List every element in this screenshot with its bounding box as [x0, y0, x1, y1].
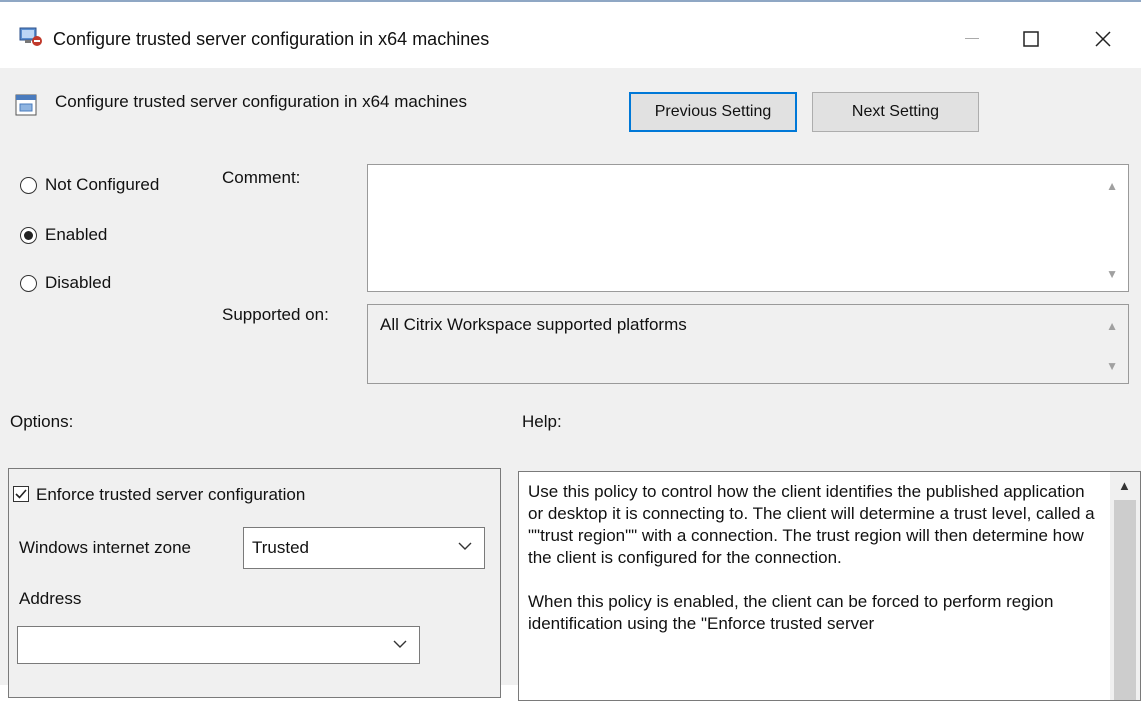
next-setting-button[interactable]: Next Setting — [812, 92, 979, 132]
radio-circle — [20, 176, 37, 194]
enforce-checkbox[interactable] — [13, 486, 29, 502]
help-text: Use this policy to control how the clien… — [528, 481, 1098, 657]
address-combobox[interactable] — [17, 626, 420, 664]
comment-label: Comment: — [222, 168, 301, 187]
zone-select[interactable]: Trusted — [243, 527, 485, 569]
scrollbar-thumb[interactable] — [1114, 500, 1136, 700]
setting-icon — [14, 93, 38, 117]
radio-circle — [20, 274, 37, 292]
comment-textarea[interactable]: ▲ ▼ — [367, 164, 1129, 292]
radio-disabled[interactable]: Disabled — [20, 273, 111, 293]
maximize-button[interactable] — [1003, 18, 1059, 60]
help-heading: Help: — [522, 412, 562, 431]
help-paragraph: Use this policy to control how the clien… — [528, 482, 1095, 567]
help-panel: Use this policy to control how the clien… — [518, 471, 1141, 701]
chevron-down-icon — [393, 640, 407, 648]
close-icon — [1095, 31, 1111, 47]
maximize-icon — [1023, 31, 1039, 47]
zone-label: Windows internet zone — [19, 538, 191, 557]
supported-on-value: All Citrix Workspace supported platforms — [380, 315, 687, 334]
supported-on-field: All Citrix Workspace supported platforms… — [367, 304, 1129, 384]
minimize-icon — [965, 38, 979, 39]
scroll-down-icon[interactable]: ▼ — [1106, 359, 1118, 373]
close-button[interactable] — [1075, 18, 1131, 60]
radio-label: Not Configured — [45, 175, 160, 194]
setting-title: Configure trusted server configuration i… — [55, 92, 467, 111]
address-label: Address — [19, 589, 82, 608]
checkmark-icon — [15, 489, 27, 499]
minimize-button[interactable] — [944, 18, 1000, 60]
chevron-down-icon — [458, 542, 472, 550]
help-scrollbar[interactable]: ▲ — [1110, 472, 1140, 700]
options-heading: Options: — [10, 412, 74, 431]
scroll-up-icon[interactable]: ▲ — [1118, 478, 1131, 493]
radio-circle — [20, 226, 37, 244]
radio-selected-dot — [24, 230, 33, 240]
supported-on-label: Supported on: — [222, 305, 329, 324]
policy-dialog: Configure trusted server configuration i… — [0, 0, 1141, 701]
scroll-up-icon[interactable]: ▲ — [1106, 319, 1118, 333]
radio-enabled[interactable]: Enabled — [20, 225, 107, 245]
zone-select-value: Trusted — [252, 538, 310, 557]
help-paragraph: When this policy is enabled, the client … — [528, 592, 1054, 633]
policy-editor-icon — [19, 26, 43, 48]
enforce-label[interactable]: Enforce trusted server configuration — [36, 485, 305, 505]
radio-label: Disabled — [45, 273, 112, 292]
previous-setting-button[interactable]: Previous Setting — [629, 92, 797, 132]
radio-label: Enabled — [45, 225, 108, 244]
title-bar: Configure trusted server configuration i… — [0, 2, 1141, 68]
radio-not-configured[interactable]: Not Configured — [20, 175, 159, 195]
scroll-up-icon[interactable]: ▲ — [1106, 179, 1118, 193]
window-title: Configure trusted server configuration i… — [53, 29, 490, 49]
scroll-down-icon[interactable]: ▼ — [1106, 267, 1118, 281]
